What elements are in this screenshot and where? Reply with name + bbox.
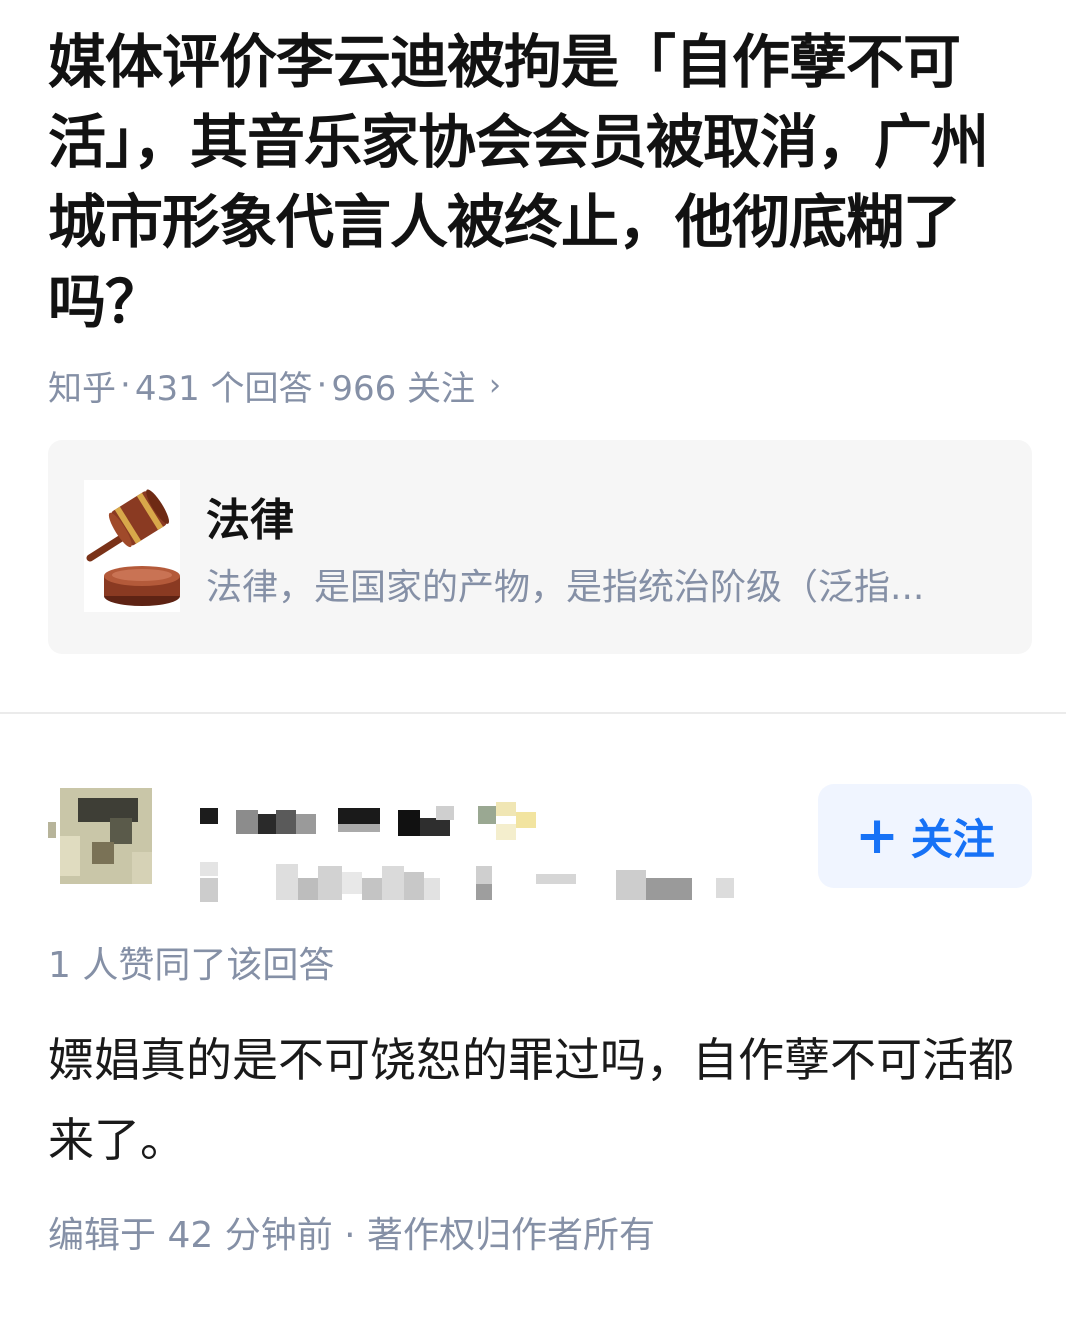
meta-separator: · [316, 365, 328, 405]
question-title[interactable]: 媒体评价李云迪被拘是「自作孽不可活」，其音乐家协会会员被取消，广州城市形象代言人… [48, 22, 1038, 342]
chevron-right-icon: › [489, 367, 502, 403]
follow-button[interactable]: + 关注 [818, 784, 1032, 888]
follower-count: 966 关注 [331, 368, 476, 409]
topic-description: 法律，是国家的产物，是指统治阶级（泛指... [206, 567, 925, 608]
vote-summary[interactable]: 1 人赞同了该回答 [48, 936, 334, 988]
author-bio-redacted [196, 858, 756, 908]
meta-separator: · [120, 365, 131, 405]
question-source: 知乎 [48, 368, 116, 409]
topic-card[interactable]: 法律 法律，是国家的产物，是指统治阶级（泛指... [48, 440, 1032, 654]
question-meta[interactable]: 知乎 · 431 个回答 · 966 关注 › [48, 360, 501, 410]
follow-button-label: 关注 [910, 814, 995, 864]
answer-content[interactable]: 嫖娼真的是不可饶恕的罪过吗，自作孽不可活都来了。 [48, 1020, 1028, 1180]
author-name-redacted[interactable] [196, 800, 556, 850]
answer-footer: 编辑于 42 分钟前 · 著作权归作者所有 [48, 1215, 656, 1256]
author-avatar[interactable] [48, 782, 160, 888]
topic-name: 法律 [206, 495, 294, 546]
answer-count: 431 个回答 [134, 368, 313, 409]
gavel-icon [84, 480, 180, 612]
section-divider [0, 712, 1066, 714]
plus-icon: + [855, 806, 899, 866]
